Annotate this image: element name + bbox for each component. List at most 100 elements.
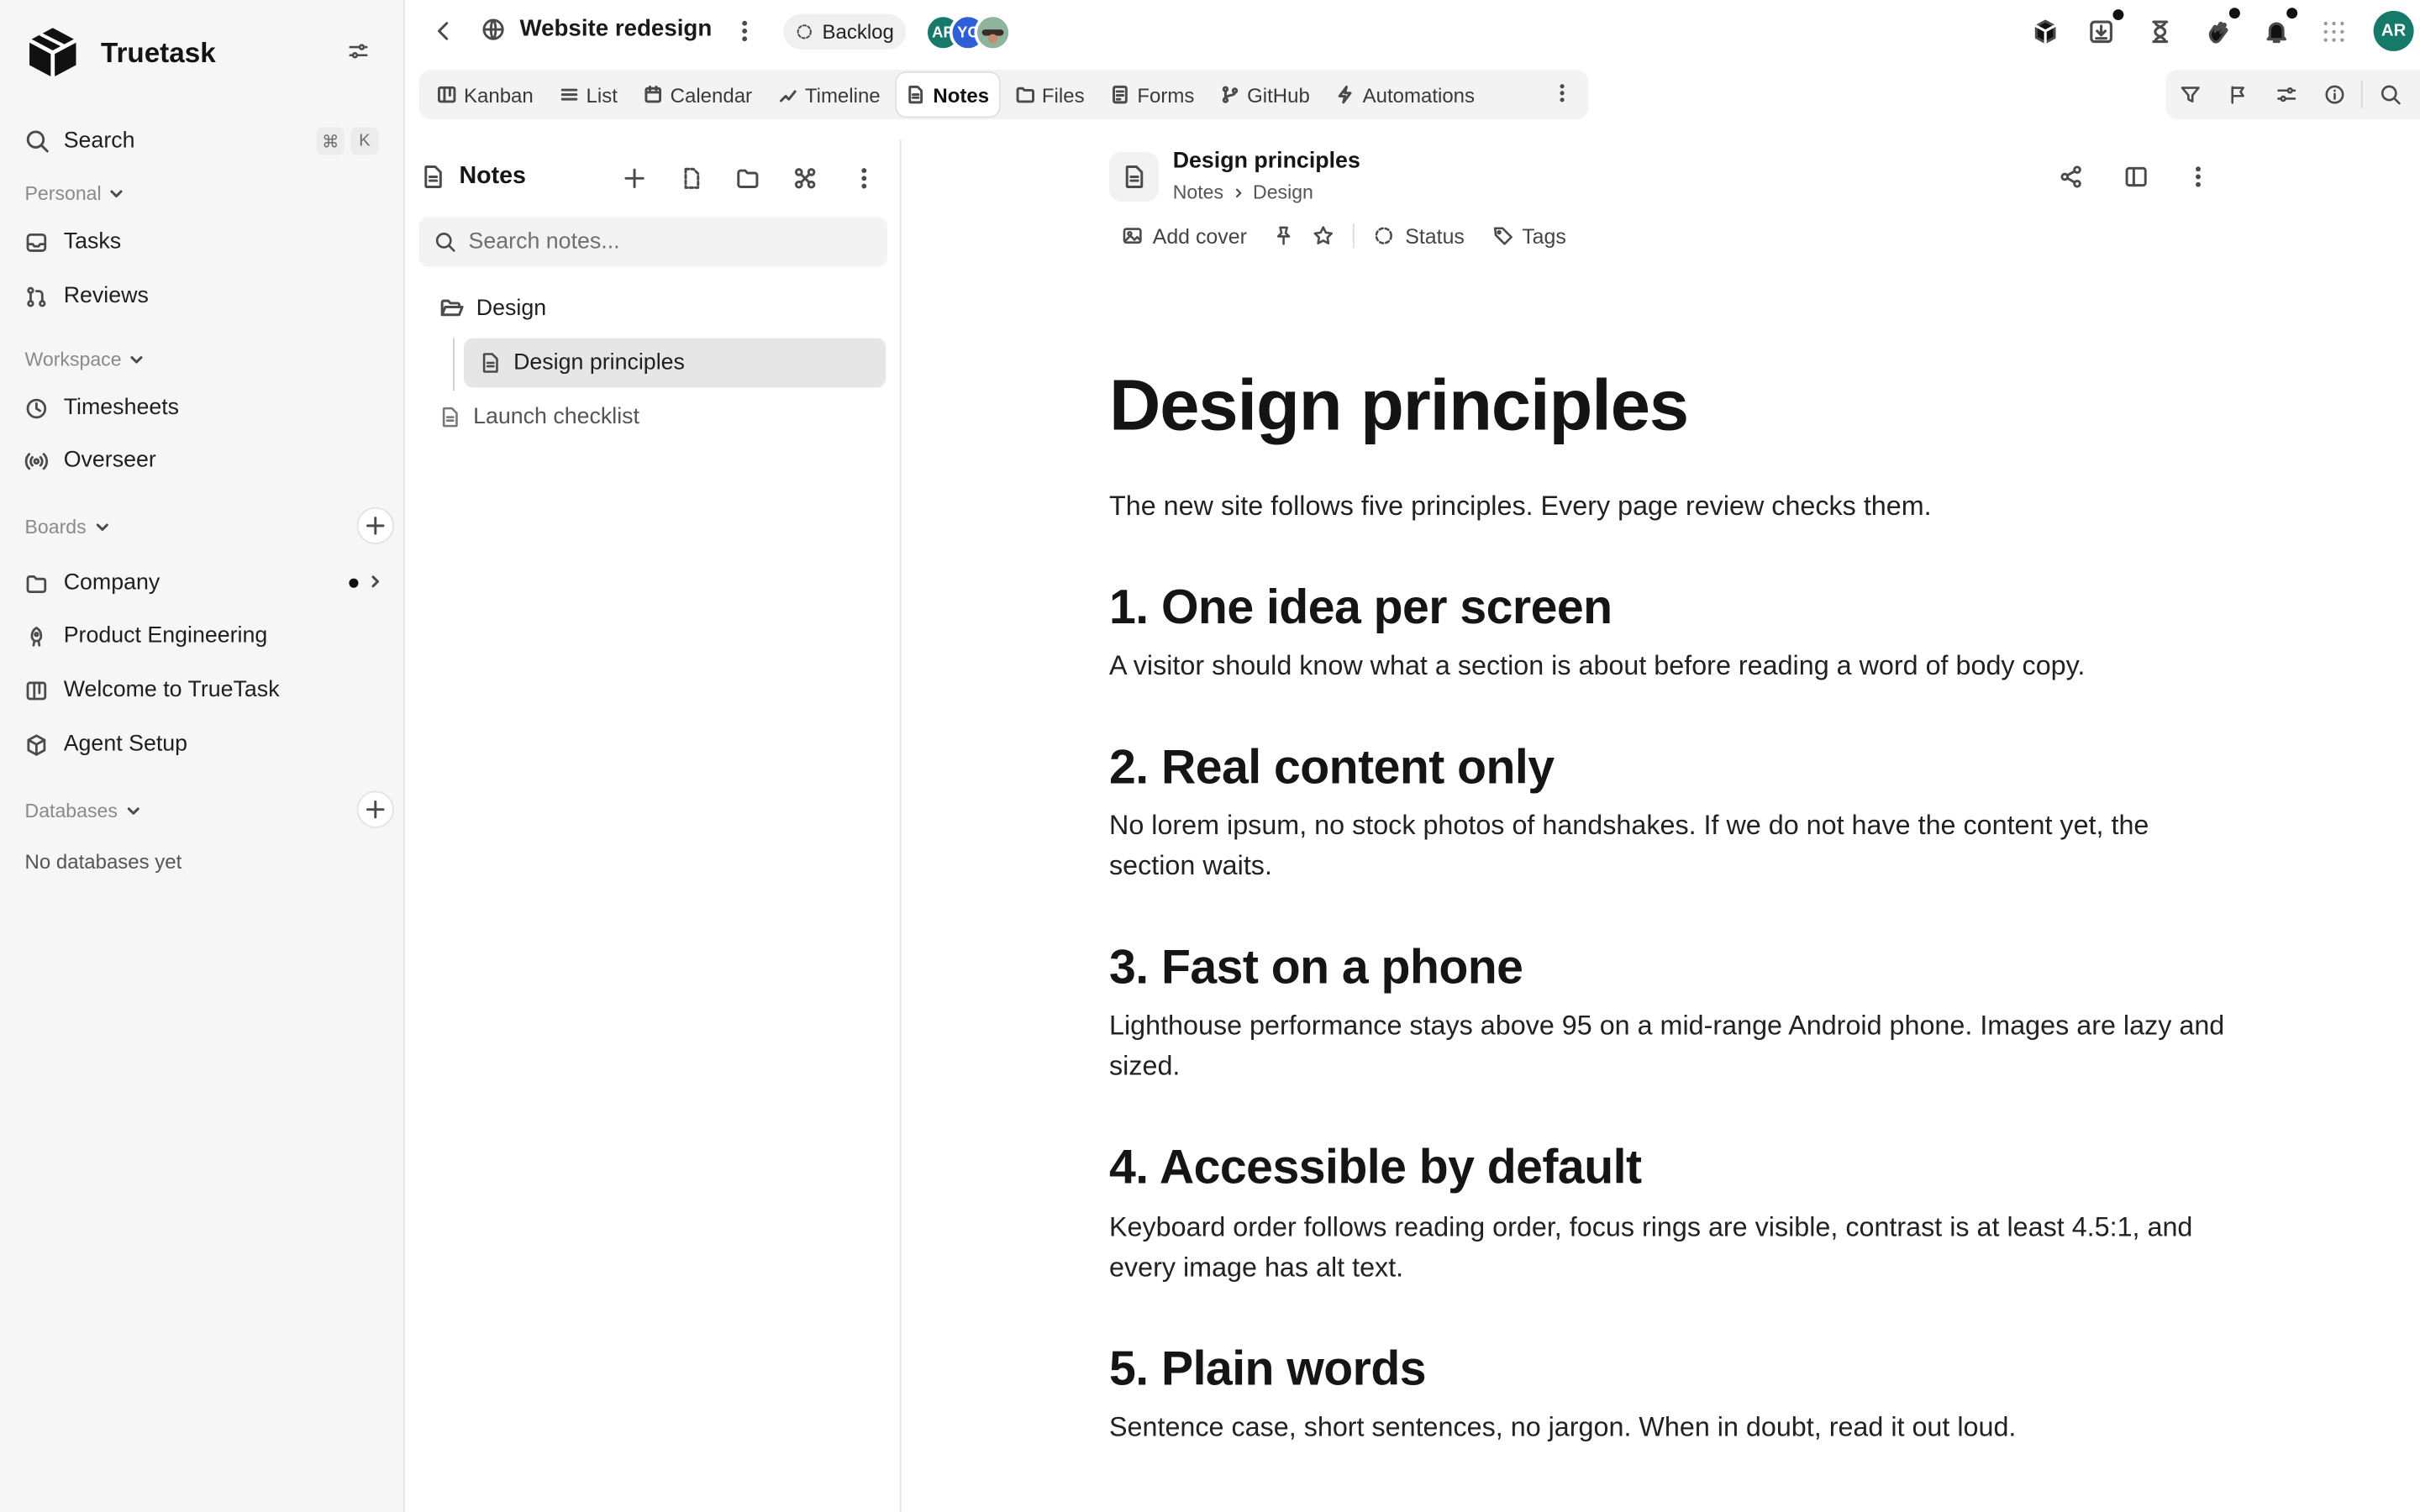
notes-search[interactable]	[418, 217, 887, 267]
more-vertical-icon[interactable]	[1551, 82, 1573, 104]
folder-icon	[25, 571, 49, 595]
doc-header-title: Design principles	[1172, 149, 1360, 174]
tab-calendar[interactable]: Calendar	[634, 73, 761, 117]
sidebar-panel-icon[interactable]	[2123, 165, 2149, 190]
tab-github[interactable]: GitHub	[1212, 73, 1319, 117]
tab-files[interactable]: Files	[1006, 73, 1093, 117]
package-icon	[25, 732, 49, 756]
sliders-icon[interactable]	[2262, 84, 2310, 106]
tag-icon	[1492, 225, 1514, 247]
section-personal[interactable]: Personal	[25, 183, 127, 205]
plus-icon[interactable]	[622, 166, 647, 192]
cube-button[interactable]	[2032, 14, 2058, 49]
sidebar-item-product-engineering[interactable]: Product Engineering	[25, 616, 385, 656]
principle-body[interactable]: Lighthouse performance stays above 95 on…	[1109, 1005, 2233, 1086]
sidebar-item-tasks[interactable]: Tasks	[25, 222, 385, 262]
mentions-button[interactable]	[2206, 8, 2240, 49]
section-databases[interactable]: Databases	[25, 801, 143, 822]
notifications-button[interactable]	[2264, 8, 2298, 49]
section-boards[interactable]: Boards	[25, 517, 112, 538]
add-database-button[interactable]	[356, 790, 394, 828]
tab-automations[interactable]: Automations	[1327, 73, 1484, 117]
tab-list[interactable]: List	[550, 73, 627, 117]
status-badge[interactable]: Backlog	[783, 13, 907, 50]
folder-icon[interactable]	[735, 166, 760, 192]
tab-label: Files	[1041, 82, 1085, 107]
chevron-right-icon[interactable]	[366, 572, 385, 591]
add-cover-button[interactable]: Add cover	[1122, 224, 1247, 247]
search-icon[interactable]	[2365, 84, 2413, 106]
principle-body[interactable]: Keyboard order follows reading order, fo…	[1109, 1206, 2233, 1287]
apps-button[interactable]	[2321, 14, 2347, 49]
sidebar-search[interactable]: Search ⌘ K	[25, 124, 382, 159]
principle-heading[interactable]: 1. One idea per screen	[1109, 578, 2233, 636]
new-page-dashed-icon[interactable]	[680, 166, 705, 192]
brand-name: Truetask	[101, 36, 216, 68]
note-intro[interactable]: The new site follows five principles. Ev…	[1109, 486, 2233, 526]
breadcrumb-item[interactable]: Notes	[1173, 181, 1223, 203]
note-icon	[420, 165, 445, 190]
tab-forms[interactable]: Forms	[1102, 73, 1204, 117]
more-vertical-icon[interactable]	[732, 18, 757, 44]
add-board-button[interactable]	[356, 507, 394, 544]
section-workspace[interactable]: Workspace	[25, 349, 147, 370]
member-avatars[interactable]: AR YC	[924, 13, 1012, 51]
sidebar-item-overseer[interactable]: Overseer	[24, 440, 385, 480]
tree-note-design-principles[interactable]: Design principles	[464, 338, 886, 388]
principle-section: 4. Accessible by default Keyboard order …	[1109, 1139, 2233, 1287]
timeline-icon	[778, 86, 797, 104]
tree-folder-design[interactable]: Design	[439, 284, 888, 333]
more-vertical-icon[interactable]	[852, 166, 877, 192]
tab-label: Automations	[1362, 82, 1476, 107]
graph-nodes-icon[interactable]	[792, 166, 818, 192]
note-title[interactable]: Design principles	[1109, 365, 2233, 447]
principle-body[interactable]: No lorem ipsum, no stock photos of hands…	[1109, 806, 2233, 886]
filter-icon[interactable]	[2165, 84, 2213, 106]
share-icon[interactable]	[2059, 165, 2084, 190]
status-field[interactable]: Status	[1372, 223, 1465, 248]
sidebar-item-label: Company	[63, 570, 160, 596]
timer-button[interactable]	[2147, 14, 2173, 49]
pin-icon[interactable]	[1271, 225, 1293, 247]
tags-field[interactable]: Tags	[1492, 224, 1566, 247]
tree-note-launch-checklist[interactable]: Launch checklist	[439, 392, 888, 442]
star-icon[interactable]	[1312, 225, 1334, 247]
status-label: Status	[1405, 223, 1465, 248]
flag-icon[interactable]	[2213, 84, 2261, 106]
sidebar-item-timesheets[interactable]: Timesheets	[25, 388, 385, 428]
brand[interactable]: Truetask	[25, 25, 216, 81]
tree-item-label: Launch checklist	[473, 404, 639, 430]
tab-kanban[interactable]: Kanban	[429, 73, 543, 117]
principle-body[interactable]: Sentence case, short sentences, no jargo…	[1109, 1406, 2233, 1446]
doc-icon-button[interactable]	[1109, 151, 1160, 202]
download-button[interactable]	[2088, 9, 2124, 49]
sidebar-item-label: Welcome to TrueTask	[63, 677, 280, 703]
sliders-icon[interactable]	[348, 40, 370, 62]
principle-heading[interactable]: 3. Fast on a phone	[1109, 938, 2233, 996]
sidebar-item-company[interactable]: Company	[25, 563, 385, 603]
principle-heading[interactable]: 4. Accessible by default	[1109, 1139, 2233, 1197]
breadcrumb-item[interactable]: Design	[1253, 181, 1313, 203]
chevron-down-icon	[124, 801, 142, 820]
sidebar-item-agent-setup[interactable]: Agent Setup	[25, 724, 385, 764]
section-label: Personal	[24, 182, 102, 205]
note-content[interactable]: Design principles The new site follows f…	[1109, 365, 2233, 1446]
chevron-down-icon	[92, 518, 111, 537]
search-label: Search	[63, 129, 135, 154]
sidebar-item-reviews[interactable]: Reviews	[25, 276, 385, 317]
principle-heading[interactable]: 5. Plain words	[1109, 1339, 2233, 1397]
back-arrow-icon[interactable]	[431, 18, 456, 44]
user-avatar[interactable]: AR	[2373, 10, 2414, 51]
principle-heading[interactable]: 2. Real content only	[1109, 738, 2233, 796]
info-icon[interactable]	[2310, 84, 2358, 106]
more-vertical-icon[interactable]	[2186, 165, 2211, 190]
notes-search-input[interactable]	[468, 229, 857, 255]
tab-notes[interactable]: Notes	[897, 72, 999, 117]
principle-body[interactable]: A visitor should know what a section is …	[1109, 645, 2233, 685]
sidebar-item-welcome[interactable]: Welcome to TrueTask	[25, 670, 385, 711]
divider	[2360, 81, 2363, 109]
notes-panel: Notes Design Design principles Launch ch…	[405, 139, 902, 1512]
tab-timeline[interactable]: Timeline	[769, 73, 889, 117]
page-breadcrumb[interactable]: Website redesign	[481, 15, 712, 42]
chevron-right-icon	[1231, 186, 1245, 200]
